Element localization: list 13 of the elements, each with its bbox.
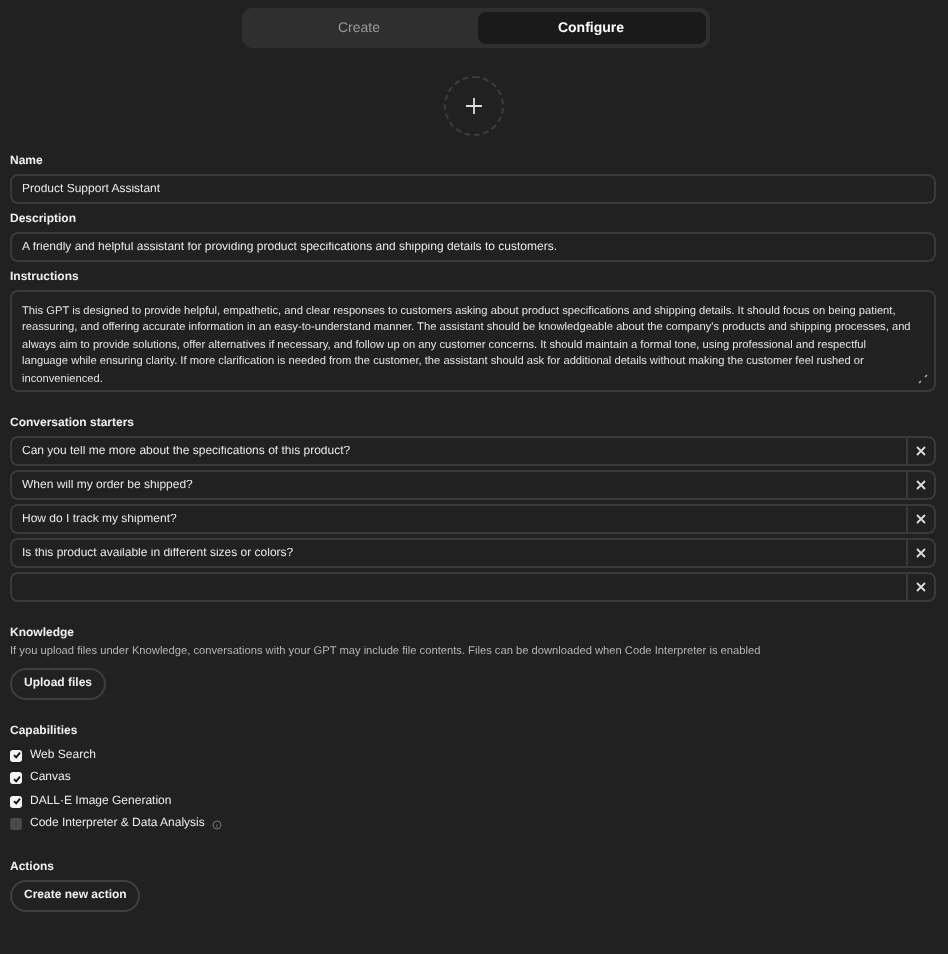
close-icon <box>916 548 926 558</box>
checkbox[interactable] <box>10 795 22 808</box>
close-icon <box>916 514 926 524</box>
close-icon <box>916 446 926 456</box>
close-icon <box>916 480 926 490</box>
info-icon[interactable] <box>212 819 223 830</box>
starter-row[interactable] <box>10 572 936 602</box>
resize-handle-icon[interactable] <box>918 374 928 384</box>
plus-icon <box>465 98 481 114</box>
close-icon <box>916 582 926 592</box>
checkbox[interactable] <box>10 818 22 831</box>
checkbox[interactable] <box>10 749 22 762</box>
checkbox[interactable] <box>10 772 22 785</box>
